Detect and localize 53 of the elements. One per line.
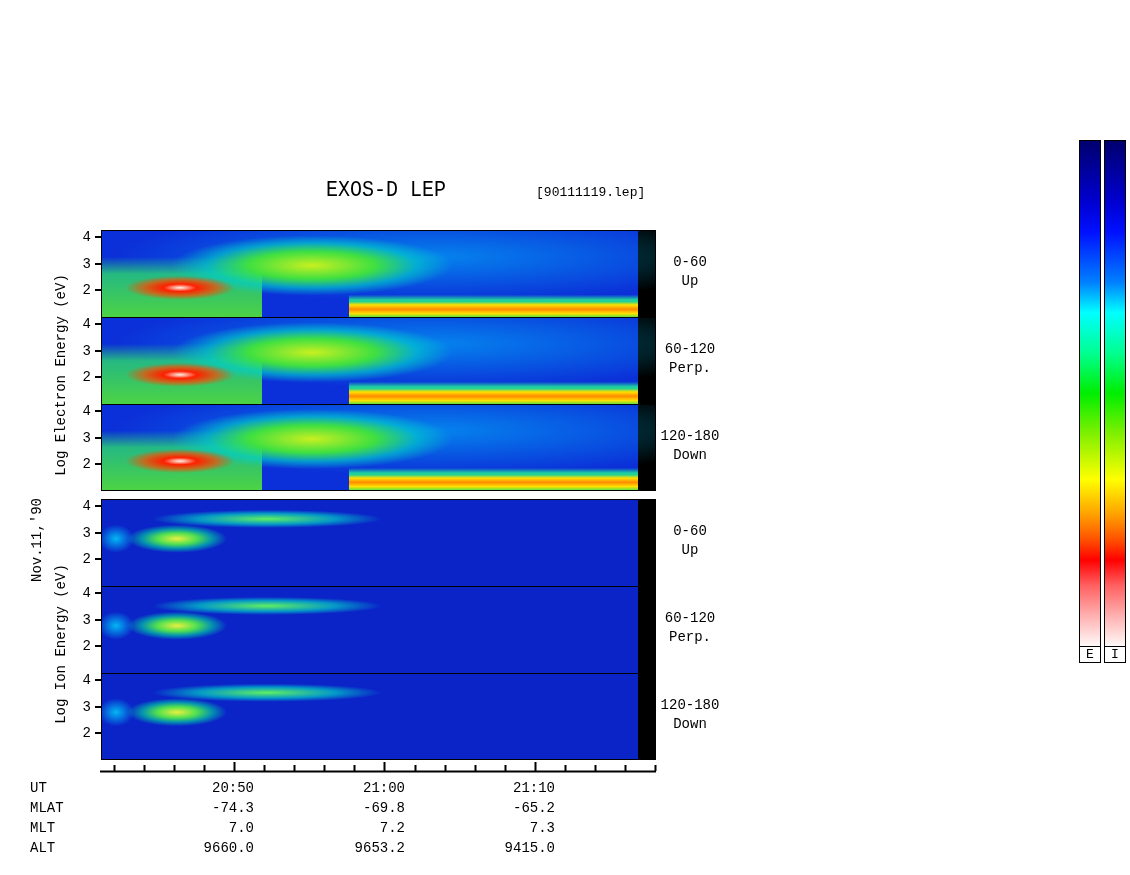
- direction-label: Up: [681, 273, 699, 289]
- axis-value: 7.2: [378, 820, 405, 836]
- y-tick-label: 3: [82, 698, 91, 715]
- axis-value: 9653.2: [353, 840, 405, 856]
- y-tick-label: 3: [82, 342, 91, 359]
- axis-value: -74.3: [211, 800, 254, 816]
- y-tick-label: 2: [82, 551, 91, 568]
- pitch-angle-range: 60-120: [664, 610, 716, 626]
- y-tick-label: 2: [82, 369, 91, 386]
- y-axis-label: Log Ion Energy (eV): [53, 564, 69, 724]
- y-tick-label: 2: [82, 725, 91, 742]
- direction-label: Down: [673, 447, 707, 463]
- pitch-angle-range: 0-60: [673, 254, 707, 270]
- axis-value: 9660.0: [202, 840, 254, 856]
- row-label: UT: [30, 780, 48, 796]
- y-tick-label: 4: [82, 229, 91, 246]
- y-tick-label: 4: [82, 585, 91, 602]
- axis-value: 21:10: [512, 780, 555, 796]
- axis-value: 7.3: [528, 820, 555, 836]
- y-tick-label: 4: [82, 316, 91, 333]
- axis-value: 7.0: [227, 820, 254, 836]
- y-tick-label: 2: [82, 282, 91, 299]
- y-axis-label: Log Electron Energy (eV): [53, 274, 69, 476]
- y-tick-label: 4: [82, 672, 91, 689]
- date-label: Nov.11,'90: [29, 498, 45, 582]
- direction-label: Down: [673, 716, 707, 732]
- plot-title: EXOS-D LEP: [326, 175, 447, 205]
- y-tick-label: 2: [82, 638, 91, 655]
- row-label: MLT: [30, 820, 57, 836]
- y-tick-label: 2: [82, 456, 91, 473]
- y-tick-label: 3: [82, 429, 91, 446]
- pitch-angle-range: 60-120: [664, 341, 716, 357]
- direction-label: Perp.: [669, 629, 711, 645]
- y-tick-label: 3: [82, 611, 91, 628]
- color-scale-label: I: [1104, 647, 1126, 663]
- pitch-angle-range: 120-180: [660, 428, 720, 444]
- axis-value: -65.2: [512, 800, 555, 816]
- axis-value: 21:00: [362, 780, 405, 796]
- direction-label: Up: [681, 542, 699, 558]
- y-tick-label: 3: [82, 524, 91, 541]
- axis-value: -69.8: [362, 800, 405, 816]
- pitch-angle-range: 120-180: [660, 697, 720, 713]
- row-label: ALT: [30, 840, 57, 856]
- color-scale-label: E: [1079, 647, 1101, 663]
- y-tick-label: 3: [82, 255, 91, 272]
- axis-value: 9415.0: [503, 840, 555, 856]
- pitch-angle-range: 0-60: [673, 523, 707, 539]
- row-label: MLAT: [30, 800, 65, 816]
- file-name-label: [90111119.lep]: [536, 185, 646, 201]
- y-tick-label: 4: [82, 403, 91, 420]
- y-tick-label: 4: [82, 498, 91, 515]
- direction-label: Perp.: [669, 360, 711, 376]
- axis-value: 20:50: [211, 780, 254, 796]
